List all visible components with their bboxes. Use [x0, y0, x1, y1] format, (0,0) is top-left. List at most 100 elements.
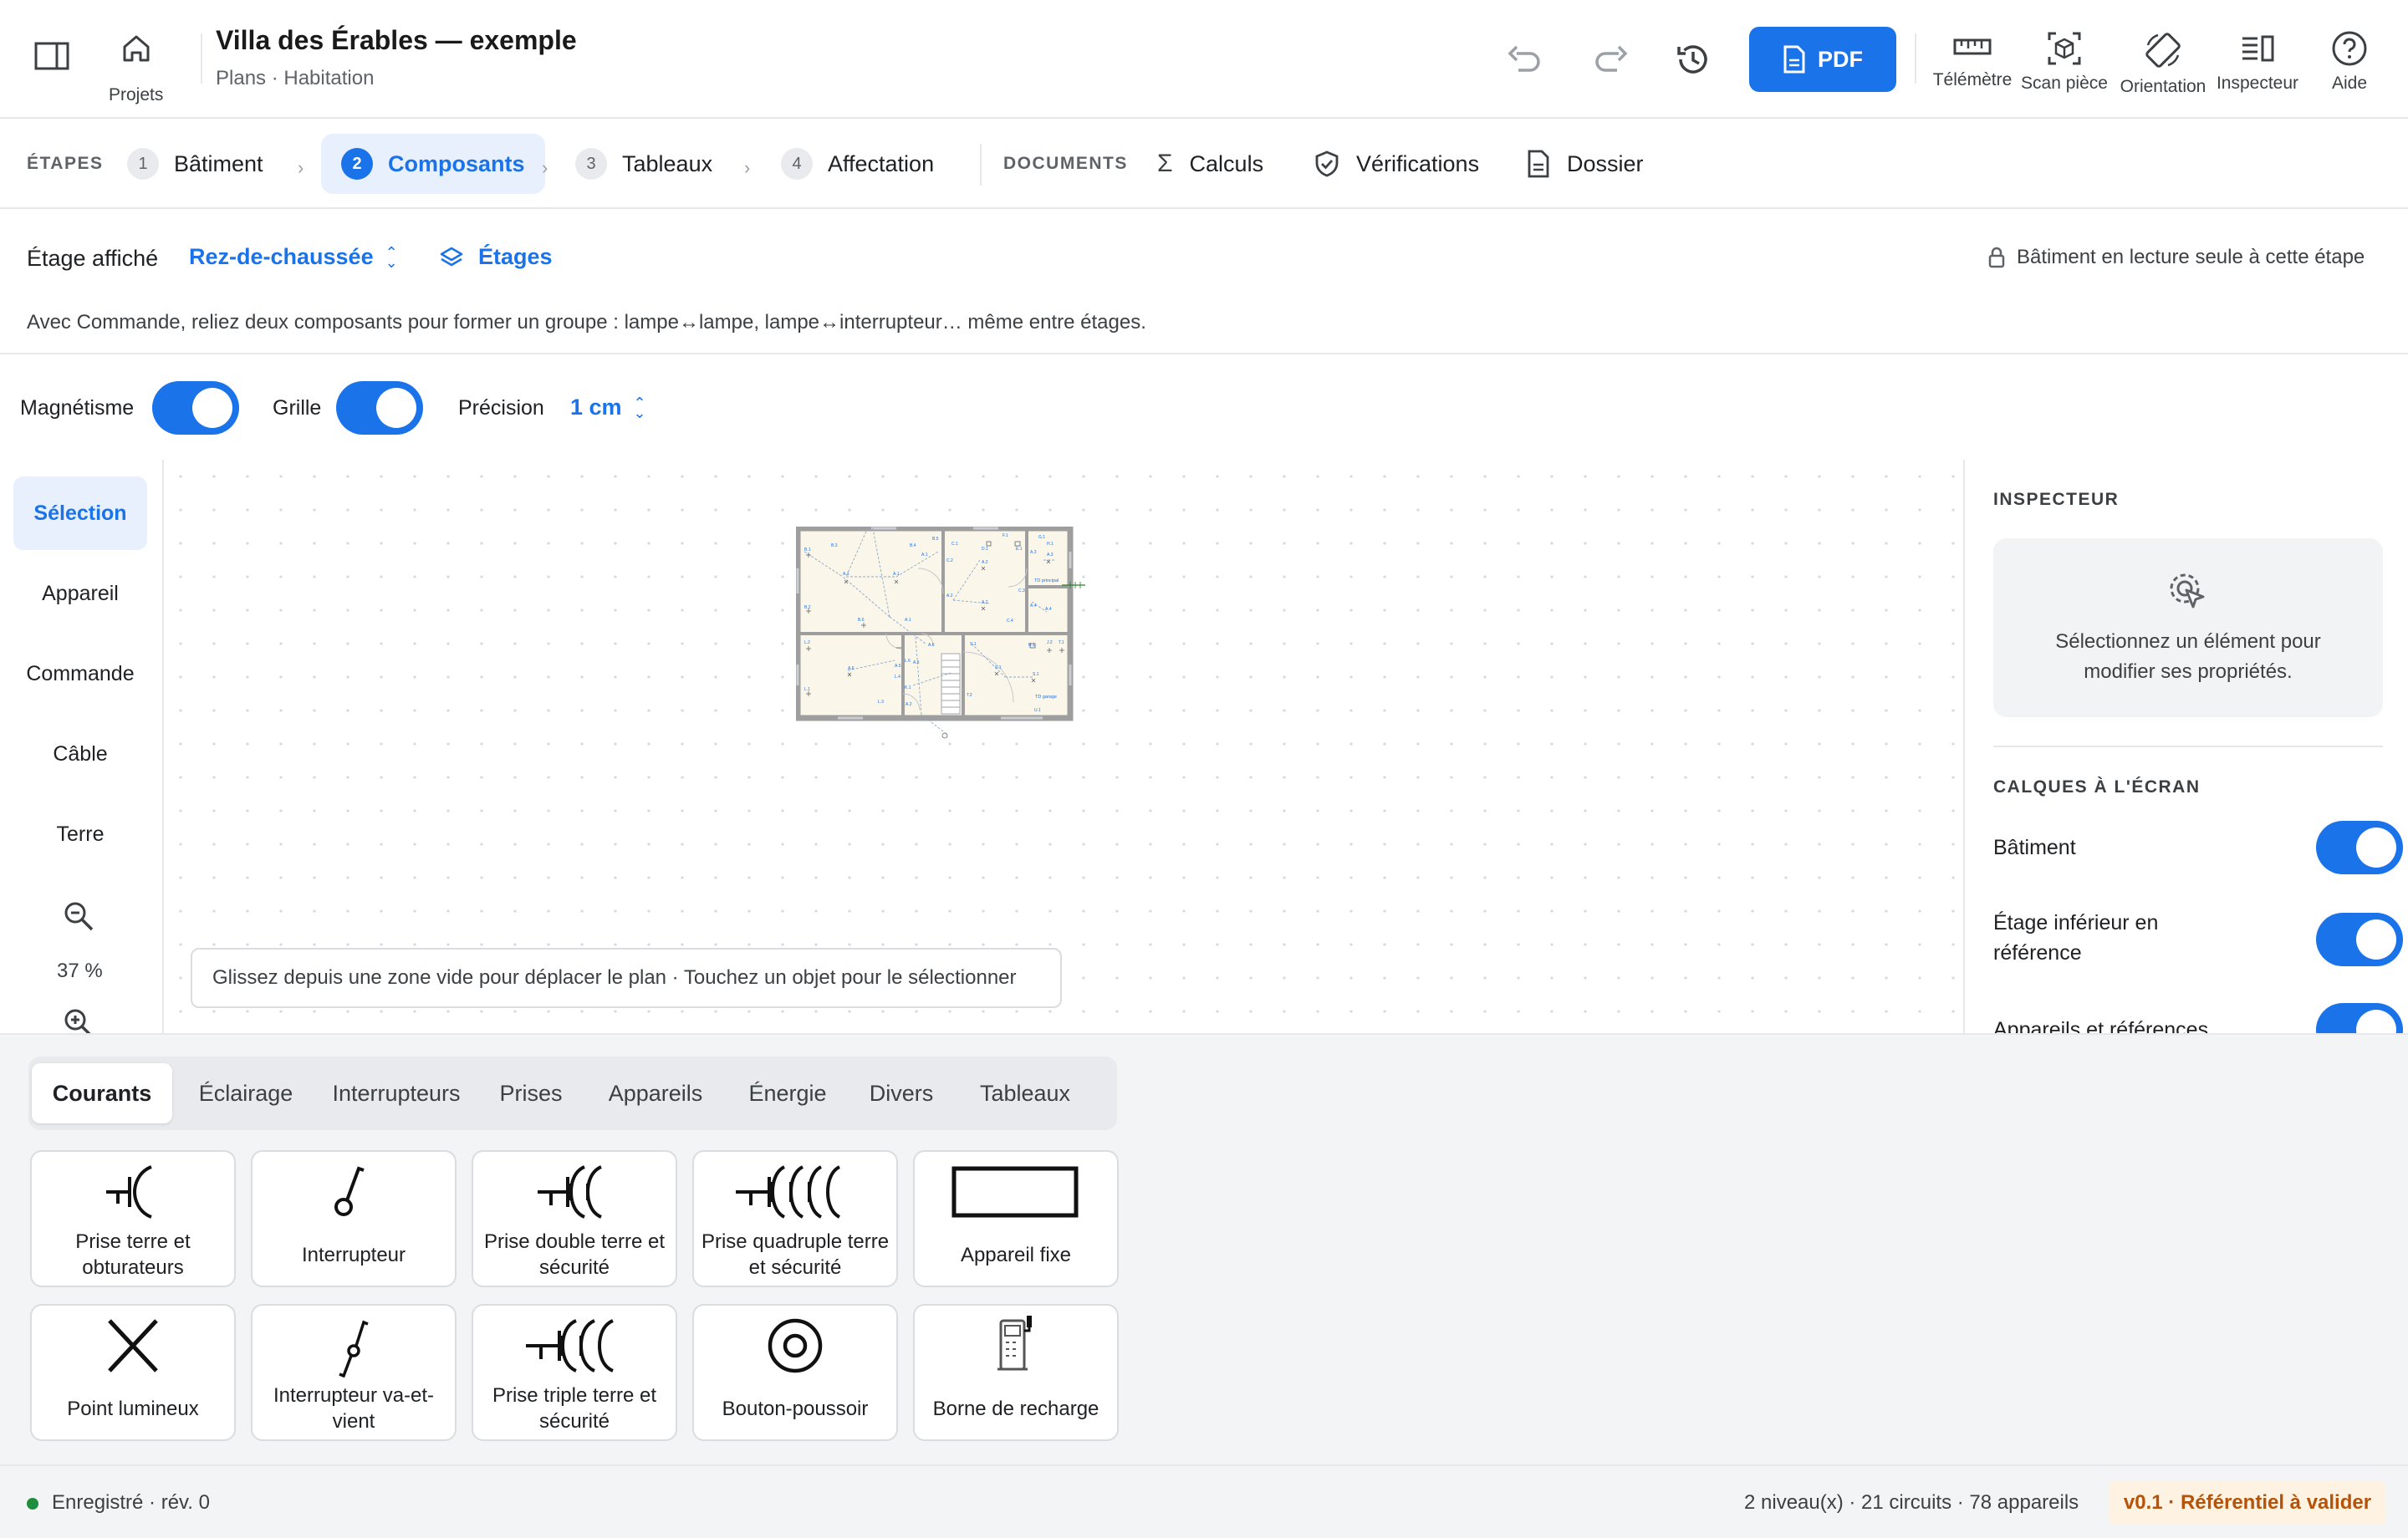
home-icon	[123, 35, 150, 62]
rangefinder-label: Télémètre	[1932, 70, 2013, 89]
layer-building-toggle[interactable]	[2316, 821, 2403, 874]
tool-earth[interactable]: Terre	[13, 797, 147, 871]
zoom-in-button[interactable]	[62, 1006, 95, 1033]
doc-label: Calculs	[1189, 150, 1264, 176]
tab-courants[interactable]: Courants	[32, 1063, 172, 1123]
fixed-appliance-icon	[951, 1166, 1079, 1218]
palette-item-outlet-quadruple[interactable]: Prise quadruple terre et sécurité	[692, 1150, 898, 1287]
svg-text:A.3: A.3	[1047, 553, 1054, 558]
step-panels[interactable]: 3 Tableaux	[575, 134, 712, 194]
room-scan-button[interactable]: Scan pièce	[2021, 30, 2108, 94]
rangefinder-button[interactable]: Télémètre	[1931, 30, 2013, 90]
sidebar-toggle-icon[interactable]	[33, 40, 70, 72]
building-plan-drawing[interactable]: B.1B.3 B.4 B.5C.1D.1 F.1E.1G.1 H.1C.2A.1 …	[796, 527, 1114, 802]
chevron-updown-icon: ⌃ ⌄	[385, 243, 398, 271]
palette-item-outlet-double[interactable]: Prise double terre et sécurité	[472, 1150, 677, 1287]
doc-dossier[interactable]: Dossier	[1527, 134, 1644, 194]
palette-item-two-way-switch[interactable]: Interrupteur va-et-vient	[251, 1304, 457, 1441]
page-title: Villa des Érables — exemple	[216, 25, 577, 55]
svg-text:B.1: B.1	[804, 547, 811, 553]
svg-text:G.1: G.1	[1038, 535, 1045, 540]
step-building[interactable]: 1 Bâtiment	[127, 134, 263, 194]
rotate-device-icon	[2145, 33, 2181, 68]
svg-text:A.1: A.1	[921, 553, 928, 558]
history-button[interactable]	[1674, 40, 1712, 79]
palette-item-label: Prise double terre et sécurité	[483, 1230, 666, 1279]
projects-button[interactable]: Projets	[109, 30, 163, 105]
svg-text:S.1: S.1	[995, 665, 1002, 670]
help-text: Avec Commande, reliez deux composants po…	[27, 311, 1146, 334]
palette-item-light-point[interactable]: Point lumineux	[30, 1304, 236, 1441]
step-components[interactable]: 2 Composants	[321, 134, 545, 194]
layer-lower-floor: Étage inférieur en référence	[1993, 908, 2244, 968]
floors-button[interactable]: Étages	[440, 244, 553, 270]
palette-item-switch[interactable]: Interrupteur	[251, 1150, 457, 1287]
layer-devices: Appareils et références	[1993, 1003, 2403, 1033]
tab-appareils[interactable]: Appareils	[585, 1063, 726, 1123]
palette-item-label: Interrupteur va-et-vient	[273, 1384, 435, 1433]
divider	[980, 144, 982, 186]
floor-select[interactable]: Rez-de-chaussée ⌃ ⌄	[189, 244, 398, 270]
palette-item-fixed-appliance[interactable]: Appareil fixe	[913, 1150, 1119, 1287]
precision-value: 1 cm	[570, 395, 622, 420]
layer-lower-floor-toggle[interactable]	[2316, 913, 2403, 966]
doc-calculations[interactable]: Σ Calculs	[1157, 134, 1263, 194]
svg-text:L.3: L.3	[878, 700, 884, 705]
inspector-label: Inspecteur	[2216, 74, 2299, 93]
floor-value: Rez-de-chaussée	[189, 244, 374, 269]
tab-tableaux[interactable]: Tableaux	[957, 1063, 1094, 1123]
orientation-button[interactable]: Orientation	[2117, 30, 2209, 97]
svg-text:S.1: S.1	[1033, 672, 1039, 677]
inspector-toggle-button[interactable]: Inspecteur	[2216, 30, 2299, 94]
layer-devices-toggle[interactable]	[2316, 1003, 2403, 1033]
tool-command[interactable]: Commande	[13, 637, 147, 710]
redo-button[interactable]	[1592, 43, 1629, 74]
palette-item-charging-station[interactable]: Borne de recharge	[913, 1304, 1119, 1441]
help-icon	[2332, 31, 2367, 66]
chevron-right-icon: ›	[298, 157, 304, 178]
layer-label: Bâtiment	[1993, 836, 2076, 859]
plan-label-garage-panel: TD garage	[1035, 695, 1057, 700]
step-number: 4	[781, 148, 813, 180]
tab-prises[interactable]: Prises	[480, 1063, 582, 1123]
breadcrumb: Plans · Habitation	[216, 67, 375, 89]
svg-text:A.4: A.4	[1045, 607, 1052, 612]
zoom-out-button[interactable]	[62, 899, 95, 933]
tool-device[interactable]: Appareil	[13, 557, 147, 630]
precision-select[interactable]: 1 cm ⌃ ⌄	[570, 395, 646, 420]
tab-divers[interactable]: Divers	[849, 1063, 953, 1123]
divider	[1993, 746, 2383, 747]
palette-item-label: Borne de recharge	[932, 1397, 1099, 1420]
tab-energie[interactable]: Énergie	[729, 1063, 846, 1123]
layer-label: Appareils et références	[1993, 1018, 2209, 1033]
sigma-icon: Σ	[1157, 150, 1173, 177]
step-assignment[interactable]: 4 Affectation	[781, 134, 934, 194]
tool-selection[interactable]: Sélection	[13, 476, 147, 550]
tab-interrupteurs[interactable]: Interrupteurs	[316, 1063, 477, 1123]
palette-item-label: Prise quadruple terre et sécurité	[701, 1230, 890, 1279]
outlet-ground-icon	[106, 1165, 152, 1219]
magnetism-label: Magnétisme	[20, 396, 135, 420]
step-number: 1	[127, 148, 159, 180]
plan-canvas[interactable]: B.1 B.3 B.4 B.5 C.1 D.1 F.1 E.1 G.1 H.1 C.2 A.1 …	[162, 460, 1965, 1033]
palette-item-label: Interrupteur	[301, 1243, 406, 1266]
palette-item-outlet-triple[interactable]: Prise triple terre et sécurité	[472, 1304, 677, 1441]
svg-text:T.2: T.2	[967, 693, 972, 698]
divider	[1915, 33, 1916, 84]
tool-cable[interactable]: Câble	[13, 717, 147, 791]
help-button[interactable]: Aide	[2316, 30, 2383, 94]
magnetism-toggle[interactable]	[152, 381, 239, 435]
outlet-quadruple-icon	[736, 1165, 841, 1219]
palette-item-push-button[interactable]: Bouton-poussoir	[692, 1304, 898, 1441]
pdf-export-button[interactable]: PDF	[1749, 27, 1896, 92]
svg-text:A.2: A.2	[906, 702, 912, 707]
outlet-double-icon	[538, 1165, 602, 1219]
grid-toggle[interactable]	[336, 381, 423, 435]
tab-eclairage[interactable]: Éclairage	[179, 1063, 313, 1123]
staircase	[941, 653, 961, 715]
two-way-switch-icon	[339, 1320, 369, 1378]
undo-button[interactable]	[1507, 43, 1543, 74]
palette-item-outlet-ground[interactable]: Prise terre et obturateurs	[30, 1150, 236, 1287]
pdf-label: PDF	[1818, 46, 1863, 72]
doc-verifications[interactable]: Vérifications	[1314, 134, 1479, 194]
